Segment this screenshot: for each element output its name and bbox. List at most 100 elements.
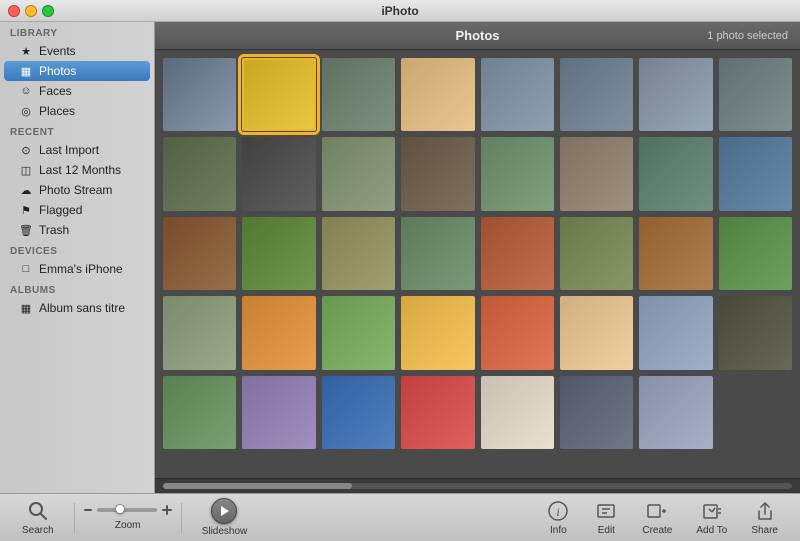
play-triangle-icon (221, 506, 229, 516)
photo-scrollbar[interactable] (155, 478, 800, 493)
photo-stream-icon: ☁ (18, 182, 34, 198)
photo-thumb[interactable] (719, 296, 792, 369)
scrollbar-thumb[interactable] (163, 483, 352, 489)
photo-thumb[interactable] (639, 217, 712, 290)
zoom-slider[interactable] (97, 508, 157, 512)
photo-thumb[interactable] (163, 376, 236, 449)
devices-section-header: DEVICES (0, 240, 154, 259)
photo-thumb[interactable] (560, 58, 633, 131)
add-to-label: Add To (696, 525, 727, 536)
photo-thumb[interactable] (401, 137, 474, 210)
window-controls (8, 5, 54, 17)
photo-thumb[interactable] (163, 137, 236, 210)
photo-thumb[interactable] (560, 376, 633, 449)
photo-thumb[interactable] (401, 217, 474, 290)
info-button[interactable]: i Info (534, 495, 582, 540)
add-to-button[interactable]: Add To (684, 495, 739, 540)
main-container: LIBRARY ★ Events ▦ Photos ☺ Faces ◎ Plac… (0, 22, 800, 493)
slideshow-button[interactable]: Slideshow (190, 494, 260, 541)
share-icon (753, 499, 777, 523)
photos-icon: ▦ (18, 63, 34, 79)
photo-thumb[interactable] (242, 296, 315, 369)
photo-thumb[interactable] (719, 58, 792, 131)
photo-thumb[interactable] (639, 296, 712, 369)
events-icon: ★ (18, 43, 34, 59)
share-label: Share (751, 525, 778, 536)
create-icon (645, 499, 669, 523)
photo-thumb[interactable] (401, 296, 474, 369)
create-button[interactable]: Create (630, 495, 684, 540)
photo-thumb[interactable] (322, 137, 395, 210)
photo-thumb[interactable] (481, 376, 554, 449)
albums-section-header: ALBUMS (0, 279, 154, 298)
zoom-control: Zoom (83, 504, 173, 531)
zoom-label: Zoom (115, 520, 141, 531)
scrollbar-track[interactable] (163, 483, 792, 489)
add-to-icon (700, 499, 724, 523)
edit-button[interactable]: Edit (582, 495, 630, 540)
content-header: Photos 1 photo selected (155, 22, 800, 50)
last-import-icon: ⊙ (18, 142, 34, 158)
photo-thumb[interactable] (481, 137, 554, 210)
sidebar-item-last-12-months[interactable]: ◫ Last 12 Months (4, 160, 150, 180)
photo-thumb[interactable] (560, 217, 633, 290)
trash-icon: 🗑 (18, 222, 34, 238)
photo-thumb[interactable] (242, 217, 315, 290)
create-label: Create (642, 525, 672, 536)
photo-thumb[interactable] (401, 376, 474, 449)
sidebar-item-events[interactable]: ★ Events (4, 41, 150, 61)
photo-thumb[interactable] (242, 58, 315, 131)
sidebar-item-emmas-iphone[interactable]: □ Emma's iPhone (4, 259, 150, 279)
photo-selected-label: 1 photo selected (707, 30, 788, 42)
photo-thumb[interactable] (481, 217, 554, 290)
photo-thumb[interactable] (242, 137, 315, 210)
photo-thumb[interactable] (560, 296, 633, 369)
photo-thumb[interactable] (719, 137, 792, 210)
slideshow-label: Slideshow (202, 526, 248, 537)
toolbar: Search Zoom Slideshow (0, 493, 800, 541)
sidebar-item-photo-stream[interactable]: ☁ Photo Stream (4, 180, 150, 200)
photo-thumb[interactable] (639, 376, 712, 449)
sidebar-item-photos[interactable]: ▦ Photos (4, 61, 150, 81)
photo-thumb[interactable] (401, 58, 474, 131)
sidebar-item-label: Photos (39, 64, 76, 78)
sidebar-item-places[interactable]: ◎ Places (4, 101, 150, 121)
photo-thumb[interactable] (322, 376, 395, 449)
photo-thumb[interactable] (242, 376, 315, 449)
recent-section-header: RECENT (0, 121, 154, 140)
photo-thumb[interactable] (719, 217, 792, 290)
search-icon (26, 499, 50, 523)
zoom-slider-thumb[interactable] (115, 504, 125, 514)
photo-thumb[interactable] (322, 217, 395, 290)
info-icon: i (546, 499, 570, 523)
separator-2 (181, 503, 182, 533)
sidebar-item-flagged[interactable]: ⚑ Flagged (4, 200, 150, 220)
photo-thumb[interactable] (481, 58, 554, 131)
photo-thumb[interactable] (481, 296, 554, 369)
sidebar-item-label: Trash (39, 223, 69, 237)
photo-thumb[interactable] (639, 58, 712, 131)
close-button[interactable] (8, 5, 20, 17)
photo-thumb[interactable] (560, 137, 633, 210)
search-label: Search (22, 525, 54, 536)
maximize-button[interactable] (42, 5, 54, 17)
sidebar-item-album-sans-titre[interactable]: ▦ Album sans titre (4, 298, 150, 318)
photo-thumb[interactable] (163, 58, 236, 131)
minimize-button[interactable] (25, 5, 37, 17)
faces-icon: ☺ (18, 83, 34, 99)
sidebar-item-faces[interactable]: ☺ Faces (4, 81, 150, 101)
titlebar: iPhoto (0, 0, 800, 22)
photo-grid[interactable] (155, 50, 800, 478)
places-icon: ◎ (18, 103, 34, 119)
photo-thumb[interactable] (163, 296, 236, 369)
album-icon: ▦ (18, 300, 34, 316)
search-button[interactable]: Search (10, 495, 66, 540)
photo-thumb[interactable] (322, 58, 395, 131)
photo-thumb[interactable] (322, 296, 395, 369)
photo-thumb[interactable] (639, 137, 712, 210)
sidebar-item-last-import[interactable]: ⊙ Last Import (4, 140, 150, 160)
photo-thumb[interactable] (163, 217, 236, 290)
sidebar-item-label: Events (39, 44, 76, 58)
share-button[interactable]: Share (739, 495, 790, 540)
sidebar-item-trash[interactable]: 🗑 Trash (4, 220, 150, 240)
